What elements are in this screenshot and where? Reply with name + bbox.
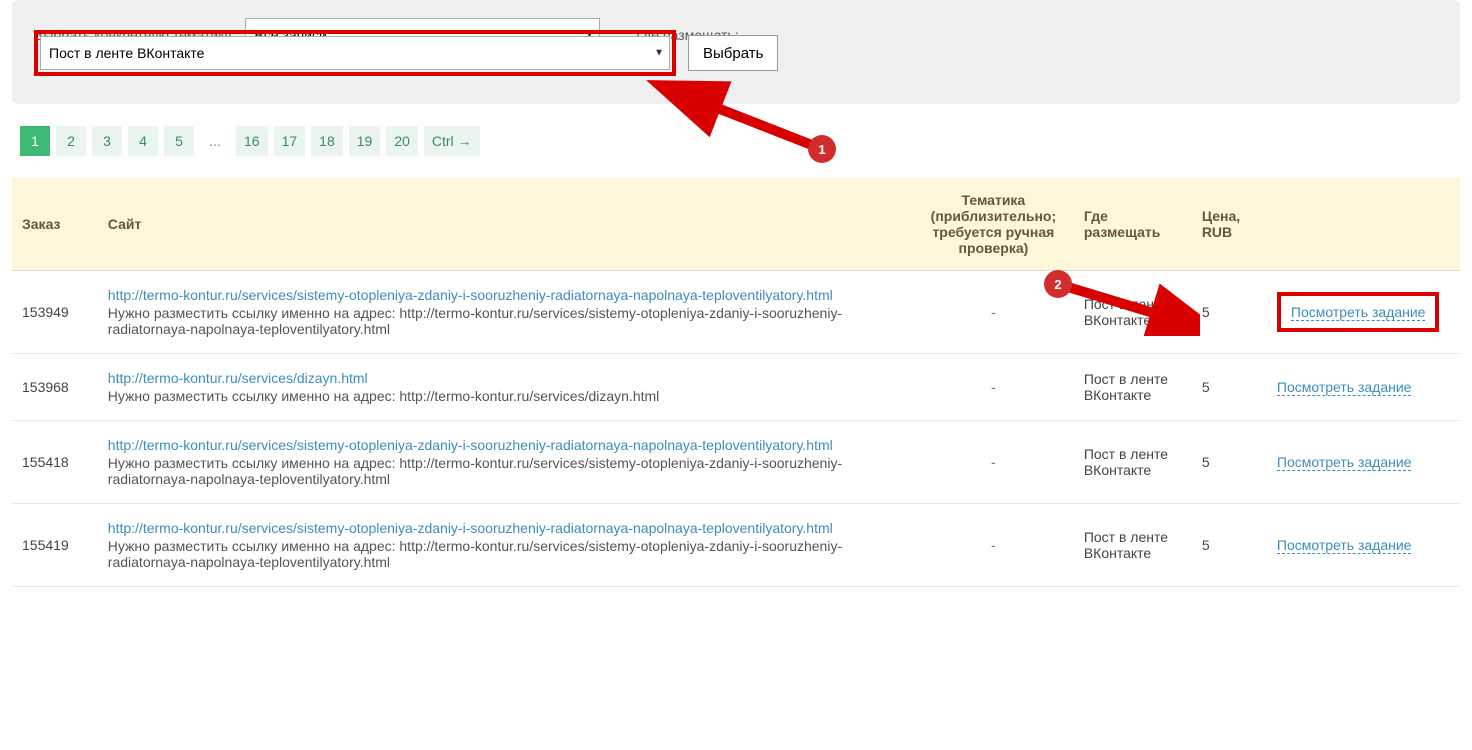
cell-order: 155418 [12, 421, 98, 504]
page-4[interactable]: 4 [128, 126, 158, 156]
site-description: Нужно разместить ссылку именно на адрес:… [108, 388, 903, 404]
page-16[interactable]: 16 [236, 126, 268, 156]
cell-place: Пост в ленте ВКонтакте [1074, 421, 1192, 504]
page-2[interactable]: 2 [56, 126, 86, 156]
table-row: 155419 http://termo-kontur.ru/services/si… [12, 504, 1460, 587]
th-price: Цена, RUB [1192, 178, 1267, 271]
page-17[interactable]: 17 [274, 126, 306, 156]
cell-topic: - [913, 504, 1074, 587]
cell-site: http://termo-kontur.ru/services/dizayn.h… [98, 354, 913, 421]
cell-action: Посмотреть задание [1267, 504, 1460, 587]
site-link[interactable]: http://termo-kontur.ru/services/dizayn.h… [108, 370, 368, 386]
placement-select[interactable]: Пост в ленте ВКонтакте [40, 36, 670, 70]
cell-place: Пост в ленте ВКонтакте [1074, 504, 1192, 587]
view-task-link[interactable]: Посмотреть задание [1277, 454, 1412, 471]
table-row: 155418 http://termo-kontur.ru/services/si… [12, 421, 1460, 504]
table-row: 153968 http://termo-kontur.ru/services/di… [12, 354, 1460, 421]
th-topic: Тематика (приблизительно; требуется ручн… [913, 178, 1074, 271]
cell-action: Посмотреть задание [1267, 354, 1460, 421]
view-task-link[interactable]: Посмотреть задание [1277, 537, 1412, 554]
page-5[interactable]: 5 [164, 126, 194, 156]
cell-site: http://termo-kontur.ru/services/sistemy-… [98, 271, 913, 354]
page-19[interactable]: 19 [349, 126, 381, 156]
cell-place: Пост в ленте ВКонтакте [1074, 354, 1192, 421]
cell-place: Пост в ленте ВКонтакте [1074, 271, 1192, 354]
page-3[interactable]: 3 [92, 126, 122, 156]
pagination: 12345...1617181920Ctrl → [20, 126, 1472, 156]
cell-order: 155419 [12, 504, 98, 587]
th-site: Сайт [98, 178, 913, 271]
cell-topic: - [913, 421, 1074, 504]
choose-button[interactable]: Выбрать [688, 35, 778, 71]
th-place: Где размещать [1074, 178, 1192, 271]
cell-price: 5 [1192, 504, 1267, 587]
page-next[interactable]: Ctrl → [424, 126, 480, 156]
page-1[interactable]: 1 [20, 126, 50, 156]
page-18[interactable]: 18 [311, 126, 343, 156]
placement-highlight: Пост в ленте ВКонтакте ▼ [34, 30, 676, 76]
th-order: Заказ [12, 178, 98, 271]
site-description: Нужно разместить ссылку именно на адрес:… [108, 305, 903, 337]
tasks-table: Заказ Сайт Тематика (приблизительно; тре… [12, 178, 1460, 587]
action-highlight: Посмотреть задание [1277, 292, 1440, 332]
site-description: Нужно разместить ссылку именно на адрес:… [108, 455, 903, 487]
view-task-link[interactable]: Посмотреть задание [1291, 304, 1426, 321]
page-ellipsis: ... [200, 126, 230, 156]
cell-site: http://termo-kontur.ru/services/sistemy-… [98, 504, 913, 587]
site-link[interactable]: http://termo-kontur.ru/services/sistemy-… [108, 437, 833, 453]
cell-price: 5 [1192, 421, 1267, 504]
cell-action: Посмотреть задание [1267, 271, 1460, 354]
table-row: 153949 http://termo-kontur.ru/services/si… [12, 271, 1460, 354]
th-action [1267, 178, 1460, 271]
cell-price: 5 [1192, 354, 1267, 421]
cell-price: 5 [1192, 271, 1267, 354]
site-link[interactable]: http://termo-kontur.ru/services/sistemy-… [108, 287, 833, 303]
site-description: Нужно разместить ссылку именно на адрес:… [108, 538, 903, 570]
cell-action: Посмотреть задание [1267, 421, 1460, 504]
cell-site: http://termo-kontur.ru/services/sistemy-… [98, 421, 913, 504]
site-link[interactable]: http://termo-kontur.ru/services/sistemy-… [108, 520, 833, 536]
cell-order: 153968 [12, 354, 98, 421]
cell-order: 153949 [12, 271, 98, 354]
cell-topic: - [913, 354, 1074, 421]
filter-panel: Выбрать конкретную тематику: Все записи … [12, 0, 1460, 104]
cell-topic: - [913, 271, 1074, 354]
page-20[interactable]: 20 [386, 126, 418, 156]
view-task-link[interactable]: Посмотреть задание [1277, 379, 1412, 396]
